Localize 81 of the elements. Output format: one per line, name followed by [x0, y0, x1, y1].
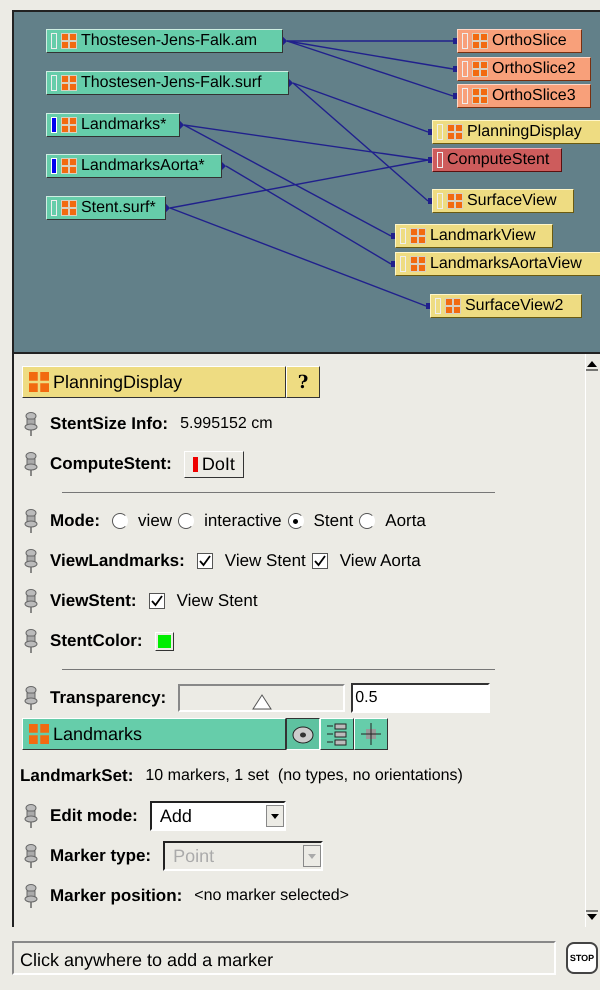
grid-icon — [472, 61, 488, 77]
module-node[interactable]: LandmarksAorta* — [46, 154, 222, 178]
radio-button[interactable] — [112, 513, 128, 529]
checkbox[interactable] — [312, 553, 328, 569]
option-label[interactable]: Aorta — [385, 511, 426, 531]
option-label[interactable]: interactive — [204, 511, 282, 531]
module-node[interactable]: Thostesen-Jens-Falk.surf — [46, 71, 289, 95]
grid-icon — [29, 372, 49, 392]
property-label: Marker position: — [50, 886, 182, 906]
grid-icon — [61, 33, 77, 49]
pin-icon[interactable] — [22, 883, 40, 909]
grid-icon — [29, 724, 49, 744]
property-value: 5.995152 cm — [180, 415, 273, 433]
property-label: LandmarkSet: — [20, 766, 134, 786]
property-label: ViewStent: — [50, 591, 137, 611]
module-node[interactable]: Stent.surf* — [46, 196, 166, 220]
module-node[interactable]: LandmarksAortaView — [395, 252, 600, 276]
pin-icon[interactable] — [22, 411, 40, 437]
property-label: StentColor: — [50, 631, 143, 651]
property-label: ViewLandmarks: — [50, 551, 185, 571]
grid-icon — [61, 75, 77, 91]
property-value: <no marker selected> — [194, 887, 349, 905]
module-node[interactable]: Landmarks* — [46, 113, 180, 137]
help-button[interactable]: ? — [286, 366, 320, 398]
module-node[interactable]: PlanningDisplay — [432, 120, 600, 144]
pin-icon[interactable] — [22, 548, 40, 574]
property-label: Edit mode: — [50, 806, 138, 826]
option-label[interactable]: Stent — [314, 511, 354, 531]
module-header[interactable]: PlanningDisplay — [22, 366, 286, 398]
checkbox[interactable] — [148, 593, 165, 609]
option-label[interactable]: View Aorta — [340, 551, 421, 571]
dropdown[interactable]: Add — [150, 801, 286, 831]
property-label: Mode: — [50, 511, 100, 531]
grid-icon — [445, 298, 461, 314]
property-label: Marker type: — [50, 846, 152, 866]
doit-button[interactable]: DoIt — [184, 450, 244, 478]
pin-icon[interactable] — [22, 843, 40, 869]
grid-icon — [472, 88, 488, 104]
color-button[interactable] — [154, 632, 174, 650]
pin-icon[interactable] — [22, 508, 40, 534]
grid-icon — [472, 33, 488, 49]
list-icon[interactable] — [320, 718, 354, 750]
option-label[interactable]: View Stent — [224, 551, 306, 571]
value-field[interactable]: 0.5 — [351, 683, 490, 713]
grid-icon — [447, 193, 463, 209]
pin-icon[interactable] — [22, 451, 40, 477]
radio-button[interactable] — [288, 513, 304, 529]
module-node[interactable]: SurfaceView — [432, 189, 574, 213]
module-node[interactable]: Thostesen-Jens-Falk.am — [46, 29, 283, 53]
property-label: ComputeStent: — [50, 454, 172, 474]
pin-icon[interactable] — [22, 628, 40, 654]
module-node[interactable]: OrthoSlice2 — [457, 57, 591, 81]
pin-icon[interactable] — [22, 803, 40, 829]
module-node[interactable]: OrthoSlice — [457, 29, 582, 53]
property-value: 10 markers, 1 set (no types, no orientations) — [145, 767, 463, 785]
module-header[interactable]: Landmarks — [22, 718, 286, 750]
slider-thumb[interactable] — [252, 694, 272, 710]
grid-icon — [61, 158, 77, 174]
status-message: Click anywhere to add a marker — [12, 941, 556, 975]
grid-icon — [447, 124, 463, 140]
pin-icon[interactable] — [22, 685, 40, 711]
module-node[interactable]: LandmarkView — [395, 224, 553, 248]
scrollbar[interactable] — [585, 354, 600, 927]
module-node[interactable]: ComputeStent — [432, 148, 562, 172]
grid-icon — [61, 117, 77, 133]
property-label: Transparency: — [50, 688, 166, 708]
option-label[interactable]: View Stent — [176, 591, 258, 611]
pin-icon[interactable] — [22, 588, 40, 614]
module-node[interactable]: SurfaceView2 — [430, 294, 582, 318]
slider-track[interactable] — [178, 684, 346, 712]
crosshair-icon[interactable] — [354, 718, 388, 750]
checkbox[interactable] — [196, 553, 213, 569]
property-label: StentSize Info: — [50, 414, 168, 434]
radio-button[interactable] — [359, 513, 376, 529]
grid-icon — [410, 256, 426, 272]
grid-icon — [61, 200, 77, 216]
radio-button[interactable] — [178, 513, 194, 529]
option-label[interactable]: view — [138, 511, 172, 531]
module-node[interactable]: OrthoSlice3 — [457, 84, 591, 108]
grid-icon — [410, 228, 426, 244]
stop-button[interactable]: STOP — [566, 942, 598, 974]
